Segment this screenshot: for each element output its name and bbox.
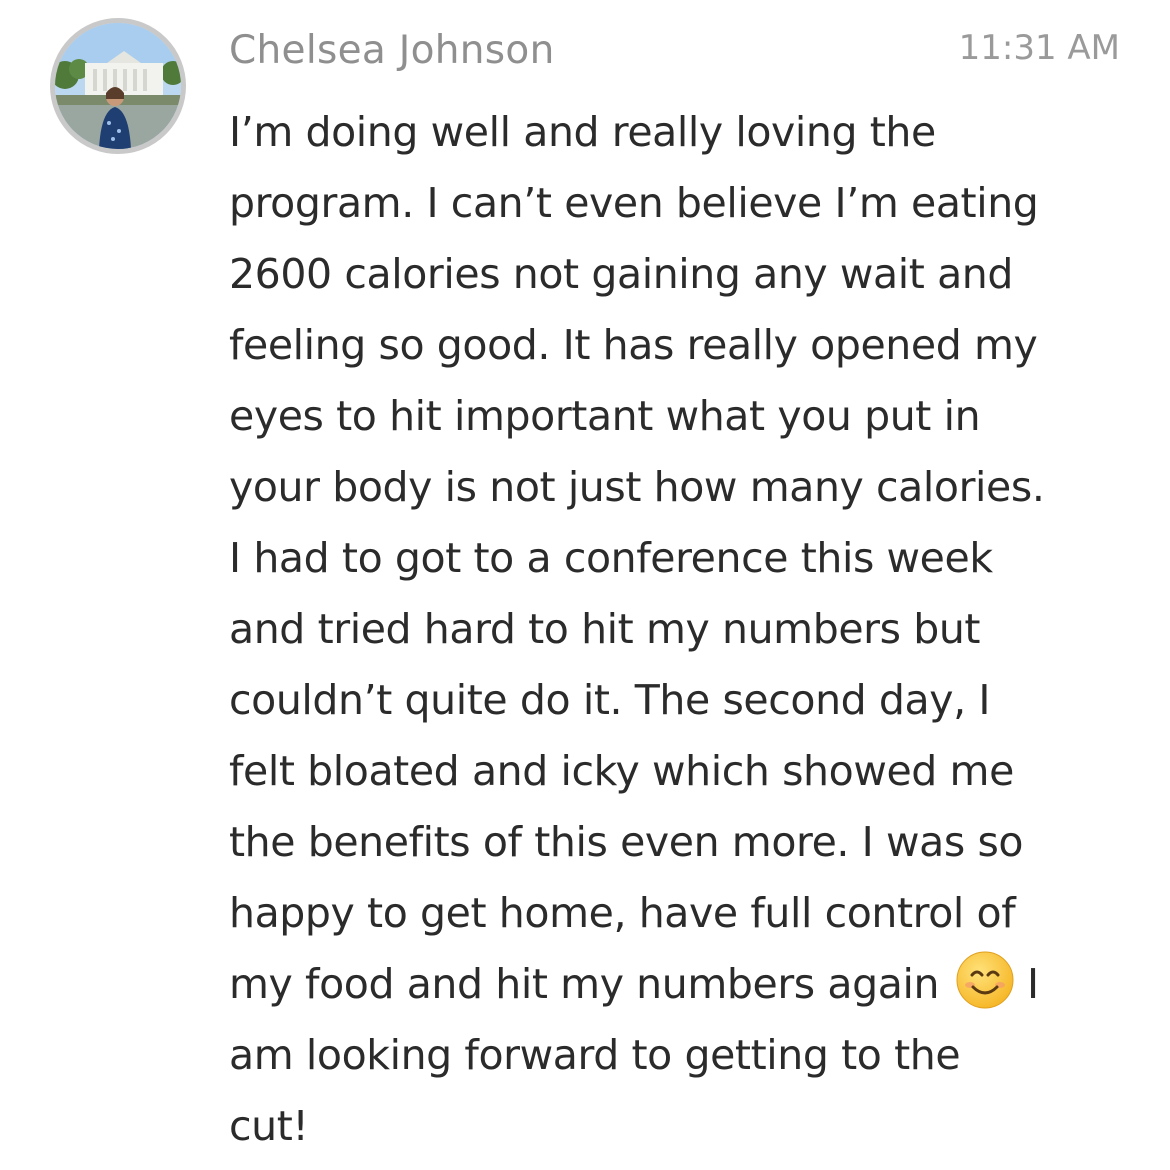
message-line-text: my food and hit my numbers again [229,960,940,1008]
message-line: program. I can’t even believe I’m eating [229,179,1039,227]
message-timestamp: 11:31 AM [958,28,1120,68]
message-line: eyes to hit important what you put in [229,392,981,440]
message-line: and tried hard to hit my numbers but [229,605,981,653]
message-line: felt bloated and icky which showed me [229,747,1014,795]
message-line: I had to got to a conference this week [229,534,993,582]
message-line: feeling so good. It has really opened my [229,321,1038,369]
message-line: cut! [229,1102,309,1150]
message-line: am looking forward to getting to the [229,1031,961,1079]
chat-message: Chelsea Johnson 11:31 AM I’m doing well … [0,0,1170,1170]
message-line-with-emoji: my food and hit my numbers again I [229,949,1129,1020]
message-body: I’m doing well and really loving the pro… [229,97,1129,1162]
message-line: happy to get home, have full control of [229,889,1016,937]
message-line: the benefits of this even more. I was so [229,818,1024,866]
smiling-face-icon [955,950,1015,1010]
message-line-text: I [1027,960,1039,1008]
message-line: your body is not just how many calories. [229,463,1045,511]
message-line: I’m doing well and really loving the [229,108,936,156]
message-line: couldn’t quite do it. The second day, I [229,676,991,724]
avatar-photo [55,23,181,149]
sender-name[interactable]: Chelsea Johnson [229,28,555,73]
message-line: 2600 calories not gaining any wait and [229,250,1014,298]
avatar[interactable] [50,18,186,154]
